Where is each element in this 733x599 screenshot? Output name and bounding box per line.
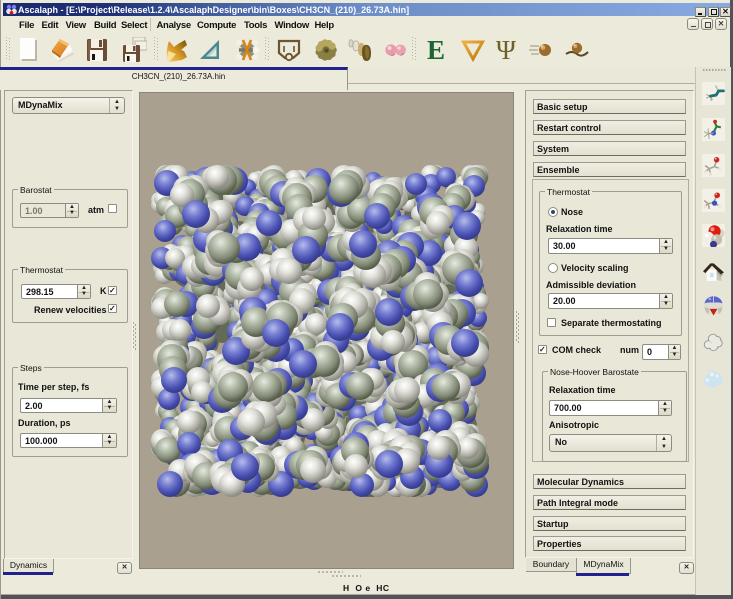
svg-text:Ψ: Ψ	[496, 37, 516, 63]
svg-text:E: E	[427, 37, 445, 63]
